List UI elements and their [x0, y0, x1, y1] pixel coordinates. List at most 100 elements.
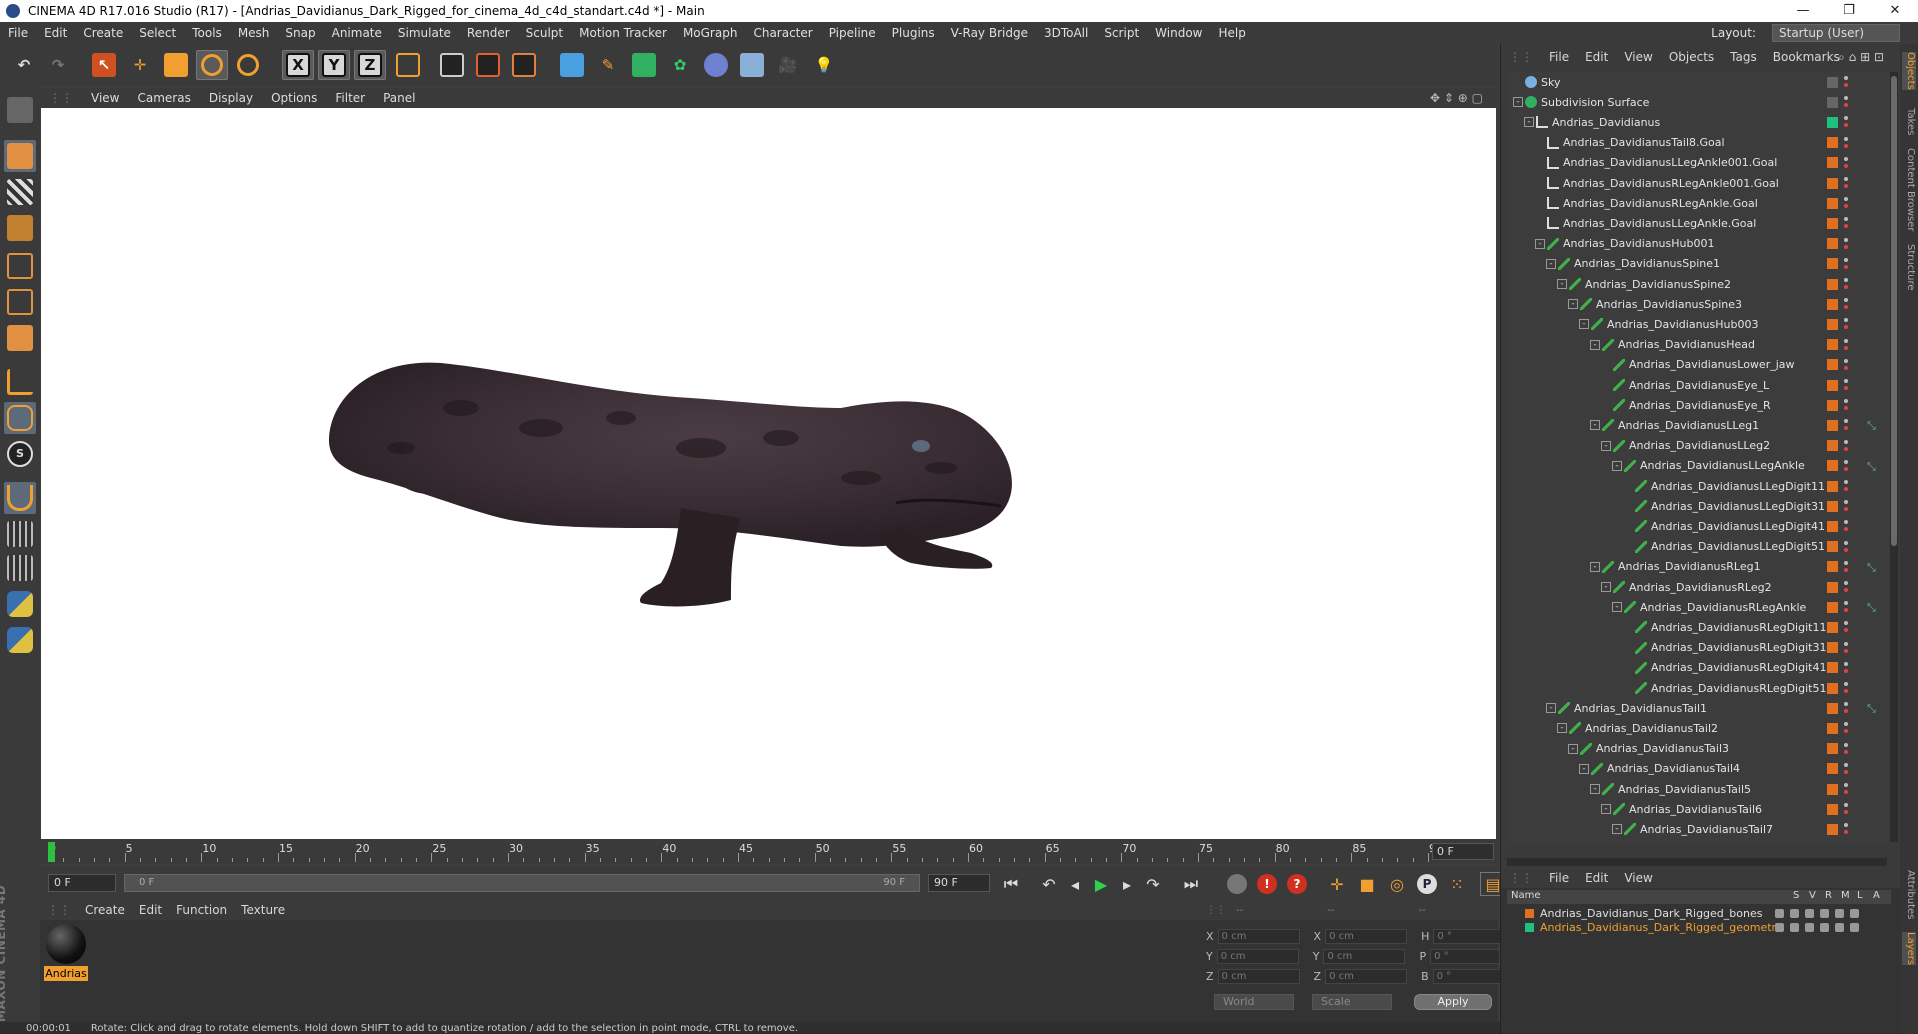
expand-toggle-icon[interactable]: - — [1513, 97, 1523, 108]
object-row[interactable]: - Andrias_DavidianusTail7 — [1507, 819, 1891, 839]
object-row[interactable]: Andrias_DavidianusRLegDigit31 — [1507, 638, 1891, 658]
layer-color-tag[interactable] — [1827, 379, 1838, 391]
object-row[interactable]: - Andrias_DavidianusHead — [1507, 335, 1891, 355]
layer-toggle-icons[interactable] — [1775, 908, 1859, 918]
layer-toggle-icon[interactable] — [1820, 908, 1829, 918]
visibility-tag[interactable] — [1827, 96, 1838, 108]
layer-color-tag[interactable] — [1827, 763, 1838, 775]
object-row[interactable]: Andrias_DavidianusLLegAnkle001.Goal — [1507, 153, 1891, 173]
polygons-mode-button[interactable] — [4, 322, 36, 354]
floor-button[interactable] — [736, 50, 768, 80]
layer-color-tag[interactable] — [1827, 359, 1838, 371]
object-row[interactable]: Andrias_DavidianusLLegAnkle.Goal — [1507, 213, 1891, 233]
expand-toggle-icon[interactable]: - — [1568, 743, 1578, 754]
layer-color-tag[interactable] — [1827, 520, 1838, 532]
material-menu-edit[interactable]: Edit — [132, 903, 169, 917]
layer-color-tag[interactable] — [1827, 318, 1838, 330]
layer-color-tag[interactable] — [1827, 803, 1838, 815]
visibility-dots[interactable] — [1844, 237, 1848, 250]
menu-select[interactable]: Select — [131, 26, 184, 40]
layer-toggle-icon[interactable] — [1790, 922, 1799, 932]
position-y-field[interactable]: 0 cm — [1216, 948, 1299, 964]
tab-layers[interactable]: Layers — [1902, 932, 1916, 966]
coordinate-system-button[interactable] — [392, 50, 424, 80]
y-axis-lock-button[interactable]: Y — [318, 50, 350, 80]
layout-dropdown[interactable]: Startup (User) — [1772, 24, 1900, 42]
menu-animate[interactable]: Animate — [324, 26, 390, 40]
frame-range-slider[interactable]: 0 F 90 F — [124, 874, 920, 892]
object-row[interactable]: Andrias_DavidianusLower_jaw — [1507, 355, 1891, 375]
previous-frame-button[interactable]: ◂ — [1062, 872, 1088, 896]
visibility-dots[interactable] — [1844, 278, 1848, 290]
expand-toggle-icon[interactable]: - — [1557, 723, 1567, 734]
visibility-dots[interactable] — [1844, 742, 1848, 755]
object-menu-view[interactable]: View — [1616, 50, 1660, 64]
visibility-dots[interactable] — [1844, 641, 1848, 654]
object-row[interactable]: - Andrias_DavidianusSpine3 — [1507, 294, 1891, 314]
ik-tag-icon[interactable]: ⤡ — [1867, 460, 1881, 473]
layer-color-tag[interactable] — [1827, 561, 1838, 573]
object-row[interactable]: Andrias_DavidianusLLegDigit11 — [1507, 476, 1891, 496]
cube-object-button[interactable] — [556, 50, 588, 80]
visibility-dots[interactable] — [1844, 762, 1848, 775]
visibility-dots[interactable] — [1844, 399, 1848, 411]
record-keys-button[interactable] — [1224, 872, 1250, 896]
autokey-button[interactable]: ! — [1254, 872, 1280, 896]
visibility-dots[interactable] — [1844, 136, 1848, 149]
layer-toggle-icon[interactable] — [1835, 922, 1844, 932]
move-tool-button[interactable]: ✛ — [124, 50, 156, 80]
key-position-button[interactable]: ✛ — [1324, 872, 1350, 896]
layer-row[interactable]: Andrias_Davidianus_Dark_Rigged_bones — [1507, 906, 1891, 920]
ik-tag-icon[interactable]: ⤡ — [1867, 601, 1881, 614]
object-row[interactable]: - Andrias_DavidianusTail2 — [1507, 718, 1891, 738]
position-z-field[interactable]: 0 cm — [1217, 968, 1300, 984]
tab-attributes[interactable]: Attributes — [1902, 870, 1916, 919]
lock-workplane-button[interactable] — [4, 518, 36, 550]
material-menu-create[interactable]: Create — [78, 903, 132, 917]
object-row[interactable]: Andrias_DavidianusRLegAnkle001.Goal — [1507, 173, 1891, 193]
object-row[interactable]: Andrias_DavidianusRLegDigit11 — [1507, 617, 1891, 637]
visibility-dots[interactable] — [1844, 217, 1848, 229]
layer-toggle-icon[interactable] — [1850, 908, 1859, 918]
layer-color-tag[interactable] — [1827, 278, 1838, 290]
x-axis-lock-button[interactable]: X — [282, 50, 314, 80]
scale-tool-button[interactable] — [160, 50, 192, 80]
next-key-button[interactable]: ↷ — [1140, 872, 1166, 896]
layer-color-tag[interactable] — [1827, 823, 1838, 835]
menu-sculpt[interactable]: Sculpt — [518, 26, 571, 40]
object-tree-scroll-thumb[interactable] — [1891, 76, 1897, 546]
layer-color-tag[interactable] — [1827, 339, 1838, 351]
material-menu-function[interactable]: Function — [169, 903, 234, 917]
timeline-ticks[interactable]: 051015202530354045505560657075808590 — [48, 842, 1443, 862]
size-y-field[interactable]: 0 cm — [1323, 948, 1406, 964]
menu-help[interactable]: Help — [1210, 26, 1253, 40]
visibility-dots[interactable] — [1844, 722, 1848, 734]
layer-color-tag[interactable] — [1827, 399, 1838, 411]
object-row[interactable]: Andrias_DavidianusRLegAnkle.Goal — [1507, 193, 1891, 213]
play-button[interactable]: ▶ — [1088, 872, 1114, 896]
layer-color-tag[interactable] — [1827, 541, 1838, 553]
expand-toggle-icon[interactable]: - — [1524, 117, 1534, 128]
size-mode-dropdown[interactable]: Scale — [1312, 994, 1392, 1010]
expand-toggle-icon[interactable]: - — [1590, 420, 1600, 431]
size-z-field[interactable]: 0 cm — [1325, 968, 1408, 984]
layer-color-tag[interactable] — [1827, 177, 1838, 189]
object-row[interactable]: Andrias_DavidianusRLegDigit41 — [1507, 658, 1891, 678]
pen-spline-button[interactable]: ✎ — [592, 50, 624, 80]
playhead[interactable] — [48, 842, 55, 862]
layer-color-tag[interactable] — [1827, 783, 1838, 795]
layer-color-swatch[interactable] — [1525, 922, 1534, 932]
minimize-button[interactable]: — — [1780, 0, 1826, 22]
menu-simulate[interactable]: Simulate — [390, 26, 459, 40]
layer-color-tag[interactable] — [1827, 621, 1838, 633]
object-row[interactable]: Andrias_DavidianusLLegDigit31 — [1507, 496, 1891, 516]
object-row[interactable]: - Andrias_DavidianusRLeg1 ⤡ — [1507, 557, 1891, 577]
material-swatch[interactable]: Andrias — [44, 924, 88, 986]
layer-menu-view[interactable]: View — [1616, 871, 1660, 885]
maximize-button[interactable]: ❐ — [1826, 0, 1872, 22]
subdivision-button[interactable] — [628, 50, 660, 80]
menu-tools[interactable]: Tools — [184, 26, 230, 40]
object-row[interactable]: - Andrias_DavidianusRLeg2 — [1507, 577, 1891, 597]
layer-toggle-icon[interactable] — [1805, 908, 1814, 918]
expand-toggle-icon[interactable]: - — [1612, 602, 1622, 613]
